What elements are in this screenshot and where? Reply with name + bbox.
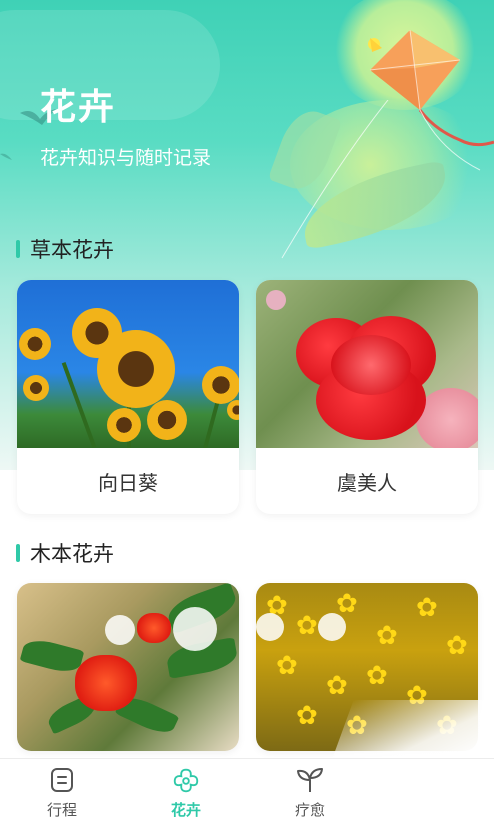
pomegranate-flower-photo (17, 583, 239, 751)
flower-card-poppy[interactable]: 虞美人 (256, 280, 478, 514)
section-title-label: 木本花卉 (30, 542, 114, 566)
tab-healing[interactable]: 疗愈 (248, 759, 372, 826)
section-title-label: 草本花卉 (30, 238, 114, 262)
flower-card-pomegranate[interactable] (17, 583, 239, 751)
poppy-photo (256, 280, 478, 448)
page-title: 花卉 (40, 87, 117, 128)
itinerary-icon (47, 765, 77, 795)
sprout-icon (295, 765, 325, 795)
bottom-tab-bar: 行程 花卉 疗愈 (0, 758, 494, 826)
section-title-herbaceous: 草本花卉 (16, 234, 114, 264)
page-subtitle: 花卉知识与随时记录 (40, 147, 212, 169)
tab-label: 花卉 (170, 801, 201, 819)
section-accent-bar (16, 544, 20, 562)
tab-label: 行程 (46, 801, 77, 819)
section-accent-bar (16, 240, 20, 258)
flower-card-label: 向日葵 (98, 470, 158, 495)
section-title-woody: 木本花卉 (16, 538, 114, 568)
tab-itinerary[interactable]: 行程 (0, 759, 124, 826)
kite-string (281, 100, 389, 259)
bird-icon (0, 153, 12, 160)
tab-label: 疗愈 (294, 801, 325, 819)
flower-icon (171, 765, 201, 795)
flower-card-label: 虞美人 (337, 470, 397, 495)
tab-flowers[interactable]: 花卉 (124, 759, 248, 826)
sunflower-photo (17, 280, 239, 448)
flower-card-sunflower[interactable]: 向日葵 (17, 280, 239, 514)
